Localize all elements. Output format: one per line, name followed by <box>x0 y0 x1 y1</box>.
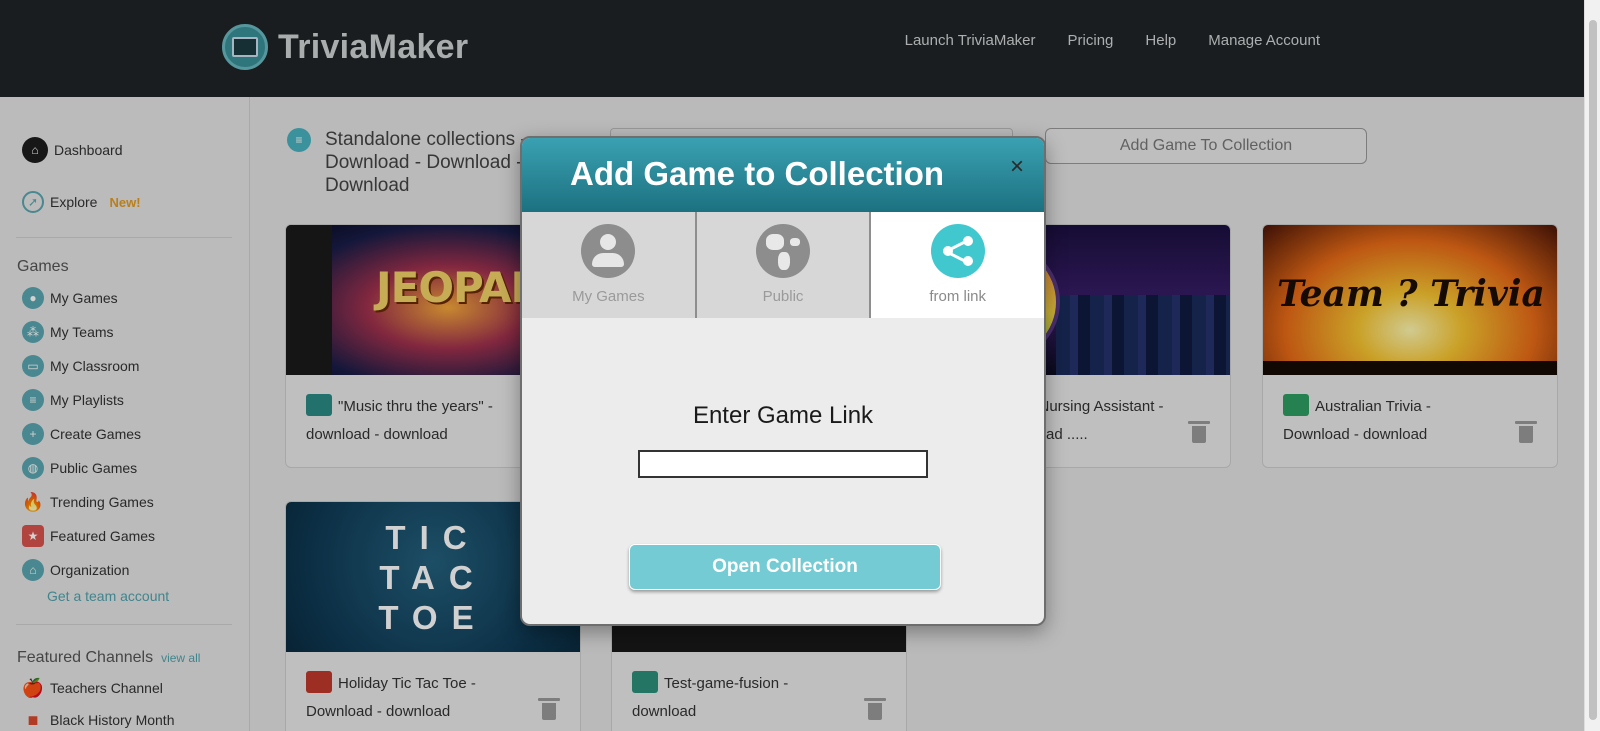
tab-label: from link <box>929 288 987 305</box>
modal-header: Add Game to Collection × <box>522 138 1044 212</box>
page-scrollbar[interactable] <box>1584 0 1600 731</box>
modal-tabs: My Games Public from link <box>522 212 1044 318</box>
enter-game-link-label: Enter Game Link <box>692 402 874 429</box>
game-link-input[interactable] <box>638 450 928 478</box>
user-icon <box>581 224 636 278</box>
tab-my-games[interactable]: My Games <box>522 212 697 318</box>
tab-from-link[interactable]: from link <box>871 212 1044 318</box>
tab-label: My Games <box>572 288 645 305</box>
modal-title: Add Game to Collection <box>570 155 945 192</box>
open-collection-button[interactable]: Open Collection <box>629 544 941 590</box>
tab-label: Public <box>762 288 804 305</box>
add-game-modal: Add Game to Collection × My Games Public <box>520 136 1046 626</box>
share-icon <box>930 224 985 278</box>
scrollbar-thumb[interactable] <box>1589 20 1597 720</box>
tab-public[interactable]: Public <box>696 212 872 318</box>
globe-icon <box>756 224 810 278</box>
close-icon[interactable]: × <box>1006 155 1028 179</box>
